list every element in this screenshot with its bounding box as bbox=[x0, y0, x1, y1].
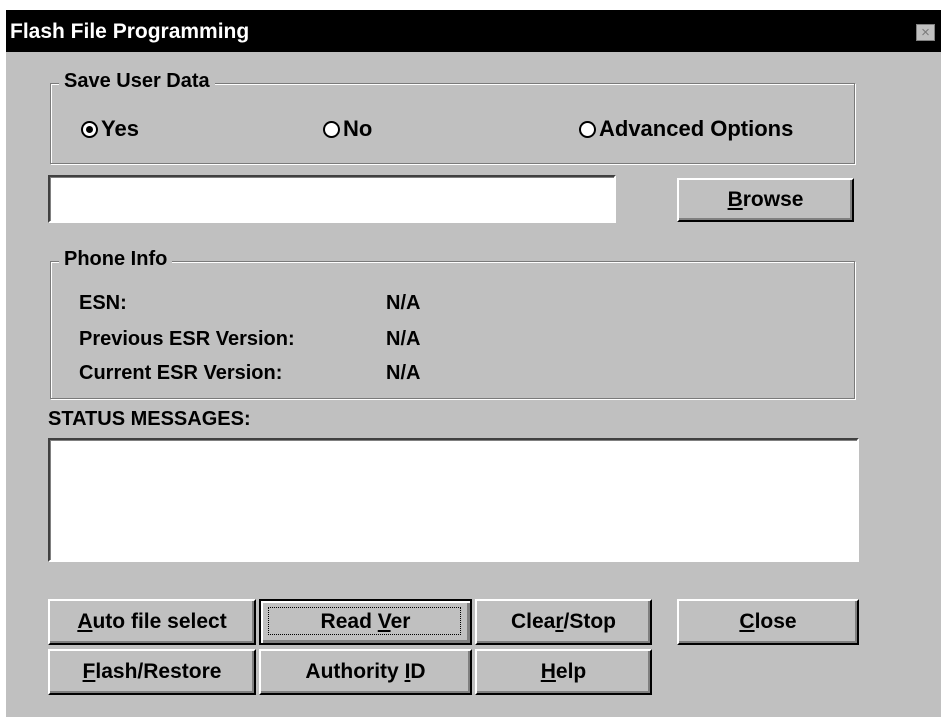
radio-yes-label: Yes bbox=[101, 116, 139, 141]
save-user-data-group: Save User Data Yes No Advanced Options bbox=[50, 70, 855, 164]
flash-restore-label: Flash/Restore bbox=[82, 660, 222, 683]
file-path-input[interactable] bbox=[48, 175, 616, 223]
esn-value: N/A bbox=[386, 292, 421, 314]
focus-ring bbox=[268, 607, 461, 635]
title-bar[interactable]: Flash File Programming × bbox=[6, 10, 941, 52]
radio-advanced-options[interactable]: Advanced Options bbox=[579, 116, 793, 142]
close-icon[interactable]: × bbox=[916, 24, 935, 41]
radio-yes[interactable]: Yes bbox=[81, 116, 139, 142]
flash-file-programming-dialog: Flash File Programming × Save User Data … bbox=[6, 10, 941, 717]
authority-id-label: Authority ID bbox=[305, 660, 426, 683]
close-button[interactable]: Close bbox=[677, 599, 859, 645]
radio-advanced-options-label: Advanced Options bbox=[599, 116, 794, 141]
previous-esr-version-label: Previous ESR Version: bbox=[79, 328, 295, 350]
previous-esr-version-value: N/A bbox=[386, 328, 421, 350]
window-title: Flash File Programming bbox=[10, 20, 250, 43]
authority-id-button[interactable]: Authority ID bbox=[259, 649, 472, 695]
clear-stop-button[interactable]: Clear/Stop bbox=[475, 599, 652, 645]
status-messages-box[interactable] bbox=[48, 438, 859, 562]
current-esr-version-label: Current ESR Version: bbox=[79, 362, 283, 384]
browse-button[interactable]: Browse bbox=[677, 178, 854, 222]
phone-info-group: Phone Info ESN: N/A Previous ESR Version… bbox=[50, 248, 855, 399]
auto-file-select-button[interactable]: Auto file select bbox=[48, 599, 256, 645]
current-esr-version-value: N/A bbox=[386, 362, 421, 384]
radio-button-icon[interactable] bbox=[323, 120, 340, 138]
close-button-label: Close bbox=[739, 610, 797, 633]
auto-file-select-label: Auto file select bbox=[77, 610, 227, 633]
esn-label: ESN: bbox=[79, 292, 127, 314]
clear-stop-label: Clear/Stop bbox=[510, 610, 617, 633]
radio-no[interactable]: No bbox=[323, 116, 372, 142]
help-button[interactable]: Help bbox=[475, 649, 652, 695]
browse-button-label: Browse bbox=[727, 188, 804, 211]
help-button-label: Help bbox=[540, 660, 587, 683]
status-messages-label: STATUS MESSAGES: bbox=[48, 408, 251, 430]
read-ver-button[interactable]: Read Ver bbox=[259, 599, 472, 645]
phone-info-legend: Phone Info bbox=[59, 248, 173, 271]
radio-no-label: No bbox=[343, 116, 373, 141]
save-user-data-legend: Save User Data bbox=[59, 70, 215, 93]
flash-restore-button[interactable]: Flash/Restore bbox=[48, 649, 256, 695]
radio-button-selected-icon[interactable] bbox=[81, 120, 98, 138]
radio-button-icon[interactable] bbox=[579, 120, 596, 138]
